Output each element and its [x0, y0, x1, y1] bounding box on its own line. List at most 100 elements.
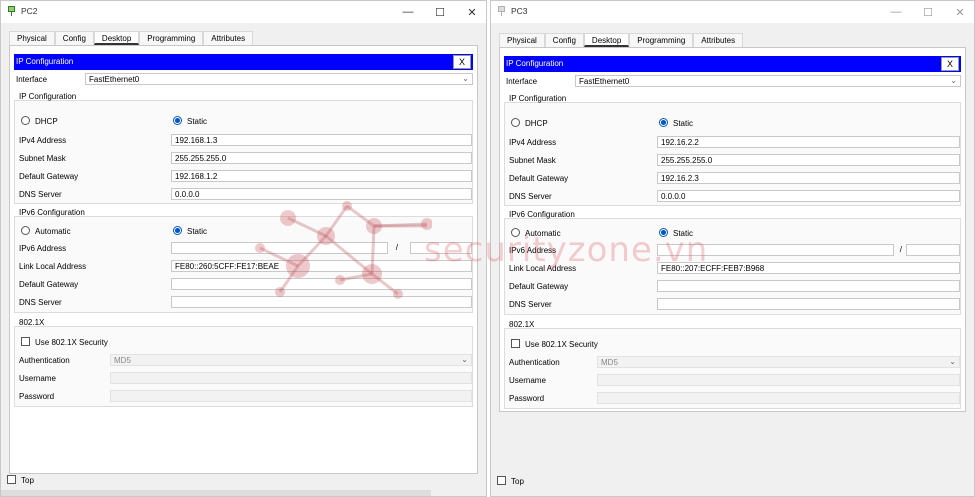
ip-config-header: IP Configuration X [14, 54, 473, 70]
ip-config-header-label: IP Configuration [16, 57, 74, 66]
password-label: Password [19, 392, 55, 401]
ipv4-group: IP Configuration DHCP Static IPv4 Addres… [504, 94, 961, 206]
authentication-label: Authentication [19, 356, 70, 365]
interface-value: FastEthernet0 [89, 75, 140, 84]
dhcp-radio[interactable] [511, 118, 520, 127]
link-local-field[interactable]: FE80::207:ECFF:FEB7:B968 [657, 262, 960, 274]
desktop-panel: IP Configuration X Interface FastEtherne… [499, 47, 966, 412]
ip-config-header: IP Configuration X [504, 56, 961, 72]
authentication-value: MD5 [601, 358, 618, 367]
pc3-window: PC3 — ☐ ✕ Physical Config Desktop Progra… [490, 0, 975, 497]
username-field[interactable] [597, 374, 960, 386]
tab-physical[interactable]: Physical [9, 31, 55, 45]
window-title: PC3 [511, 6, 528, 16]
interface-row: Interface FastEthernet0 ⌄ [14, 73, 473, 86]
packet-tracer-pc-icon [498, 6, 505, 16]
ipv6-gateway-label: Default Gateway [509, 282, 569, 291]
ipv6-static-radio[interactable] [173, 226, 182, 235]
titlebar[interactable]: PC3 — ☐ ✕ [491, 1, 974, 23]
tab-programming[interactable]: Programming [139, 31, 204, 45]
subnet-mask-field[interactable]: 255.255.255.0 [657, 154, 960, 166]
use-dot1x-checkbox[interactable] [21, 337, 30, 346]
ipv6-dns-field[interactable] [657, 298, 960, 310]
ipv6-address-field[interactable] [657, 244, 894, 256]
maximize-icon[interactable]: ☐ [912, 1, 944, 23]
dns-server-label: DNS Server [19, 190, 62, 199]
dns-server-field[interactable]: 0.0.0.0 [657, 190, 960, 202]
dns-server-field[interactable]: 0.0.0.0 [171, 188, 472, 200]
ipv6-static-radio[interactable] [659, 228, 668, 237]
titlebar[interactable]: PC2 — ☐ ✕ [1, 1, 486, 23]
horizontal-scrollbar[interactable] [1, 490, 431, 496]
authentication-select[interactable]: MD5 ⌄ [110, 354, 472, 366]
tab-config[interactable]: Config [544, 33, 584, 47]
top-checkbox[interactable] [497, 476, 506, 485]
close-icon[interactable]: ✕ [944, 1, 974, 23]
dot1x-section-title: 802.1X [19, 318, 45, 327]
window-title: PC2 [21, 6, 38, 16]
ip-config-close-button[interactable]: X [453, 55, 471, 69]
static-radio[interactable] [659, 118, 668, 127]
interface-select[interactable]: FastEthernet0 ⌄ [575, 75, 961, 87]
dhcp-radio[interactable] [21, 116, 30, 125]
ipv6-group: IPv6 Configuration Automatic Static IPv6… [14, 208, 473, 313]
use-dot1x-checkbox[interactable] [511, 339, 520, 348]
ip-config-close-button[interactable]: X [941, 57, 959, 71]
default-gateway-field[interactable]: 192.16.2.3 [657, 172, 960, 184]
password-label: Password [509, 394, 545, 403]
tab-config[interactable]: Config [54, 31, 94, 45]
dhcp-label: DHCP [35, 117, 58, 126]
top-checkbox[interactable] [7, 475, 16, 484]
automatic-radio[interactable] [511, 228, 520, 237]
ipv6-prefix-field[interactable] [906, 244, 960, 256]
username-label: Username [19, 374, 56, 383]
interface-value: FastEthernet0 [579, 77, 630, 86]
ipv4-address-field[interactable]: 192.16.2.2 [657, 136, 960, 148]
interface-row: Interface FastEthernet0 ⌄ [504, 75, 961, 88]
tab-desktop[interactable]: Desktop [93, 31, 140, 45]
ipv6-gateway-field[interactable] [657, 280, 960, 292]
ipv6-dns-label: DNS Server [19, 298, 62, 307]
tab-desktop[interactable]: Desktop [583, 33, 630, 47]
use-dot1x-label: Use 802.1X Security [35, 338, 108, 347]
password-field[interactable] [597, 392, 960, 404]
desktop-panel: IP Configuration X Interface FastEtherne… [9, 45, 478, 474]
tab-attributes[interactable]: Attributes [693, 33, 744, 47]
ipv6-prefix-field[interactable] [410, 242, 472, 254]
automatic-radio[interactable] [21, 226, 30, 235]
ipv6-address-field[interactable] [171, 242, 388, 254]
close-icon[interactable]: ✕ [456, 1, 486, 23]
ipv6-static-label: Static [673, 229, 694, 238]
static-radio[interactable] [173, 116, 182, 125]
ipv6-gateway-field[interactable] [171, 278, 472, 290]
dhcp-label: DHCP [525, 119, 548, 128]
link-local-field[interactable]: FE80::260:5CFF:FE17:BEAE [171, 260, 472, 272]
top-label: Top [511, 477, 524, 486]
minimize-icon[interactable]: — [392, 1, 424, 23]
ipv6-section-title: IPv6 Configuration [509, 210, 575, 219]
username-field[interactable] [110, 372, 472, 384]
ipv6-section-title: IPv6 Configuration [19, 208, 85, 217]
top-label: Top [21, 476, 34, 485]
subnet-mask-field[interactable]: 255.255.255.0 [171, 152, 472, 164]
tab-physical[interactable]: Physical [499, 33, 545, 47]
ipv6-dns-field[interactable] [171, 296, 472, 308]
tab-attributes[interactable]: Attributes [203, 31, 254, 45]
dns-server-label: DNS Server [509, 192, 552, 201]
ipv4-group: IP Configuration DHCP Static IPv4 Addres… [14, 92, 473, 204]
dot1x-section-title: 802.1X [509, 320, 535, 329]
ipv6-dns-label: DNS Server [509, 300, 552, 309]
link-local-label: Link Local Address [509, 264, 577, 273]
minimize-icon[interactable]: — [880, 1, 912, 23]
authentication-select[interactable]: MD5 ⌄ [597, 356, 960, 368]
automatic-label: Automatic [525, 229, 561, 238]
ipv6-static-label: Static [187, 227, 208, 236]
password-field[interactable] [110, 390, 472, 402]
default-gateway-field[interactable]: 192.168.1.2 [171, 170, 472, 182]
ipv4-address-field[interactable]: 192.168.1.3 [171, 134, 472, 146]
interface-label: Interface [16, 75, 48, 84]
maximize-icon[interactable]: ☐ [424, 1, 456, 23]
static-label: Static [673, 119, 694, 128]
interface-select[interactable]: FastEthernet0 ⌄ [85, 73, 473, 85]
tab-programming[interactable]: Programming [629, 33, 694, 47]
